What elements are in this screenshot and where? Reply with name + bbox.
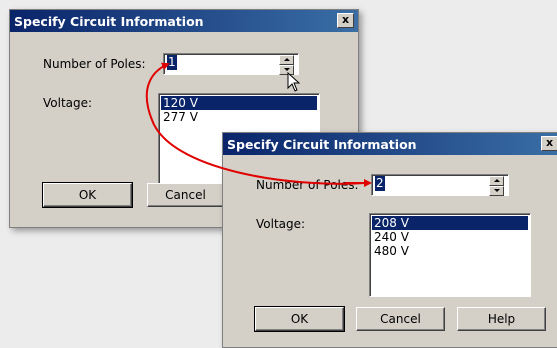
annotation-arrows xyxy=(145,62,372,187)
annotation-arrow-curve xyxy=(145,62,366,185)
